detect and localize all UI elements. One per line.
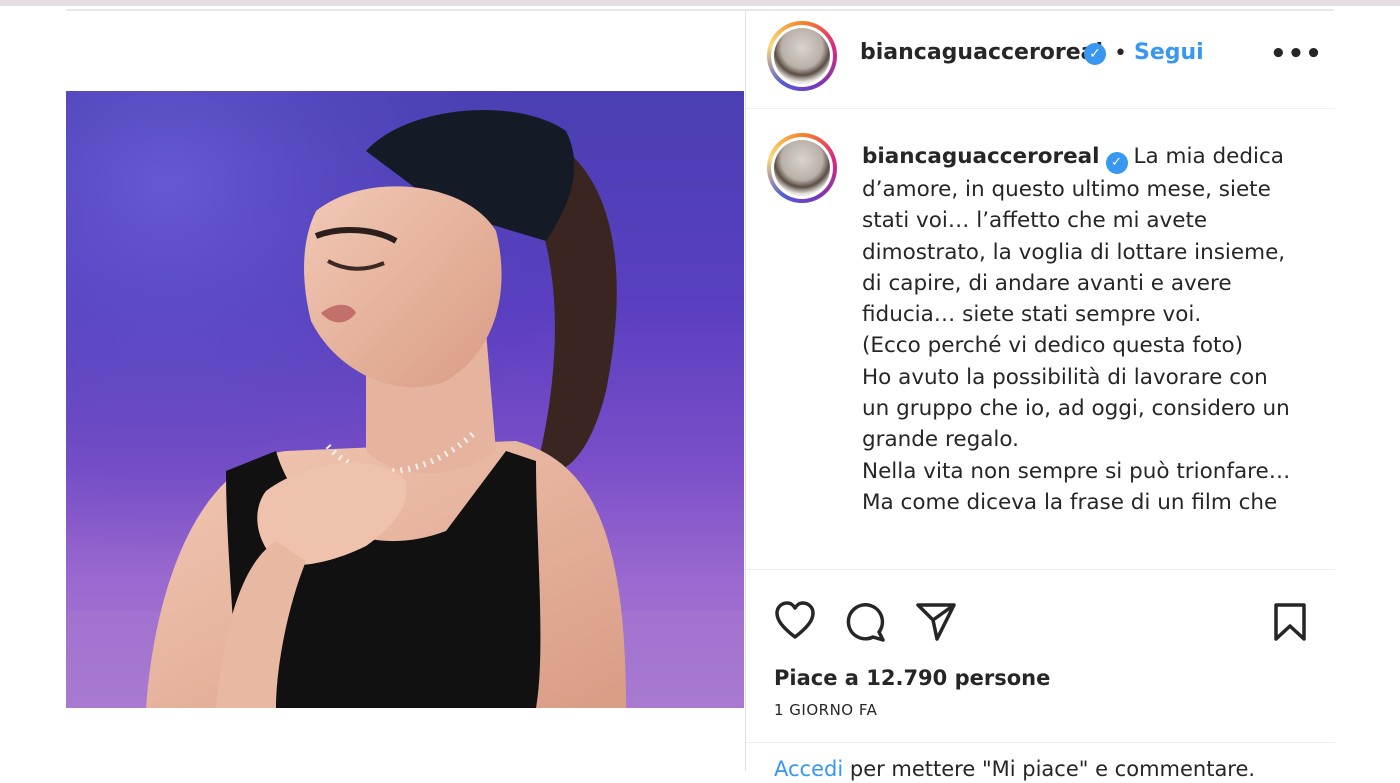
top-band [0, 0, 1400, 6]
action-bar [746, 571, 1335, 642]
comment-bubble-icon[interactable] [845, 601, 887, 643]
follow-button[interactable]: Segui [1134, 40, 1204, 65]
caption-avatar[interactable] [767, 133, 837, 203]
caption-text: La mia dedica d’amore, in questo ultimo … [862, 144, 1291, 515]
header-username[interactable]: biancaguacceroreal [860, 40, 1103, 65]
avatar[interactable] [767, 21, 837, 91]
caption-verified-badge-icon: ✓ [1105, 152, 1128, 174]
likes-count[interactable]: Piace a 12.790 persone [774, 666, 1050, 690]
paper-plane-icon[interactable] [915, 601, 957, 643]
login-prompt: Accedi per mettere "Mi piace" e commenta… [746, 742, 1335, 783]
post-sidebar: biancaguacceroreal ✓ • Segui ••• biancag… [745, 11, 1335, 781]
more-options-icon[interactable]: ••• [1270, 39, 1323, 69]
login-prompt-text: Accedi per mettere "Mi piace" e commenta… [774, 757, 1255, 781]
bookmark-icon[interactable] [1273, 602, 1307, 642]
post-media-area [66, 11, 744, 771]
heart-icon[interactable] [774, 601, 816, 641]
caption-area: biancaguacceroreal ✓ La mia dedica d’amore… [746, 109, 1335, 570]
verified-badge-icon: ✓ [1084, 43, 1106, 65]
post-photo[interactable] [66, 91, 744, 708]
login-link[interactable]: Accedi [774, 757, 843, 781]
post-photo-illustration [66, 91, 744, 708]
post-header: biancaguacceroreal ✓ • Segui ••• [746, 11, 1335, 109]
post-caption: biancaguacceroreal ✓ La mia dedica d’amore… [862, 141, 1292, 518]
post-timestamp[interactable]: 1 GIORNO FA [774, 701, 877, 719]
instagram-post: biancaguacceroreal ✓ • Segui ••• biancag… [66, 9, 1335, 781]
caption-username[interactable]: biancaguacceroreal [862, 144, 1100, 169]
header-separator: • [1114, 41, 1127, 66]
login-prompt-rest: per mettere "Mi piace" e commentare. [843, 757, 1256, 781]
